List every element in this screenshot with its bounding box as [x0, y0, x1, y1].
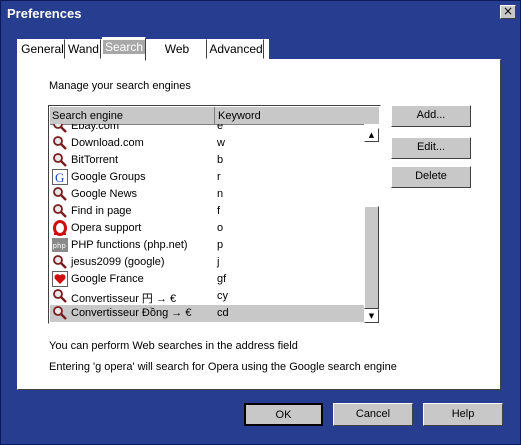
engine-keyword: o [217, 222, 224, 234]
tab-label: Advanced [209, 42, 263, 56]
heart-icon [52, 271, 68, 287]
list-item[interactable]: Convertisseur 円 → € cy [50, 288, 364, 305]
list-item[interactable]: php PHP functions (php.net) p [50, 237, 364, 254]
magnifier-icon [52, 254, 68, 270]
engine-name: Ebay.com [71, 124, 120, 132]
engine-name: Google News [71, 188, 138, 200]
magnifier-icon [52, 124, 68, 134]
tab-search[interactable]: Search [102, 37, 146, 61]
search-intro-text: Manage your search engines [49, 80, 191, 92]
info-text-address-field: You can perform Web searches in the addr… [49, 340, 298, 352]
tab-web-pages[interactable]: Web pages [147, 39, 207, 74]
list-item[interactable]: Google News n [50, 186, 364, 203]
list-item[interactable]: jesus2099 (google) j [50, 254, 364, 271]
engine-name: Convertisseur 円 → € [71, 293, 177, 305]
list-rows: Ebay.com e Download.com w BitTorrent b G… [50, 124, 364, 323]
scroll-down-arrow-icon[interactable]: ▼ [364, 309, 379, 323]
vertical-scrollbar[interactable]: ▲ ▼ [364, 124, 379, 323]
engine-name: Google France [71, 273, 144, 285]
engine-keyword: cd [217, 307, 229, 319]
cancel-button[interactable]: Cancel [333, 403, 413, 426]
engine-keyword: gf [217, 273, 227, 285]
tab-general[interactable]: General [20, 39, 65, 59]
search-engine-list[interactable]: Search engine Keyword Ebay.com e Downloa… [48, 105, 381, 324]
close-button[interactable]: × [500, 5, 516, 19]
magnifier-icon [52, 135, 68, 151]
edit-button[interactable]: Edit... [391, 137, 471, 159]
scroll-up-arrow-icon[interactable]: ▲ [364, 128, 379, 142]
engine-keyword: j [217, 256, 220, 268]
help-button[interactable]: Help [423, 403, 503, 426]
magnifier-icon [52, 203, 68, 219]
engine-keyword: f [217, 205, 221, 217]
engine-keyword: p [217, 239, 224, 251]
column-divider[interactable] [214, 107, 215, 124]
tab-label: Wand [68, 42, 99, 56]
engine-name: Convertisseur Đồng → € [71, 307, 192, 319]
engine-name: BitTorrent [71, 154, 119, 166]
info-text-example: Entering 'g opera' will search for Opera… [49, 361, 397, 373]
delete-button[interactable]: Delete [391, 166, 471, 188]
engine-keyword: r [217, 171, 221, 183]
engine-keyword: n [217, 188, 224, 200]
scrollbar-thumb[interactable] [364, 206, 379, 309]
tab-wand[interactable]: Wand [66, 39, 101, 59]
opera-icon [52, 220, 68, 236]
magnifier-icon [52, 152, 68, 168]
add-button[interactable]: Add... [391, 105, 471, 127]
engine-name: jesus2099 (google) [71, 256, 165, 268]
list-item[interactable]: BitTorrent b [50, 152, 364, 169]
tab-advanced[interactable]: Advanced [208, 39, 264, 59]
list-item[interactable]: Find in page f [50, 203, 364, 220]
list-header: Search engine Keyword [50, 107, 379, 125]
engine-name: Download.com [71, 137, 144, 149]
list-item[interactable]: Ebay.com e [50, 124, 364, 135]
magnifier-icon [52, 288, 68, 304]
engine-name: Find in page [71, 205, 132, 217]
engine-keyword: cy [217, 290, 228, 302]
svg-text:php: php [53, 242, 67, 250]
engine-keyword: e [217, 124, 224, 132]
engine-name: PHP functions (php.net) [71, 239, 188, 251]
tab-label: Search [103, 40, 146, 54]
title-bar[interactable]: Preferences × [1, 1, 520, 25]
list-item[interactable]: Download.com w [50, 135, 364, 152]
magnifier-icon [52, 186, 68, 202]
google-g-icon: G [52, 169, 68, 185]
column-header-engine[interactable]: Search engine [52, 110, 123, 122]
list-item[interactable]: Google France gf [50, 271, 364, 288]
tab-label: General [21, 42, 64, 56]
engine-keyword: w [217, 137, 225, 149]
list-item[interactable]: G Google Groups r [50, 169, 364, 186]
magnifier-icon [52, 305, 68, 321]
php-icon: php [52, 237, 68, 253]
window-title: Preferences [7, 6, 82, 21]
list-item-selected[interactable]: Convertisseur Đồng → € cd [50, 305, 364, 322]
engine-name: Google Groups [71, 171, 146, 183]
engine-name: Opera support [71, 222, 142, 234]
list-item[interactable]: Opera support o [50, 220, 364, 237]
column-header-keyword[interactable]: Keyword [218, 110, 261, 122]
engine-keyword: b [217, 154, 224, 166]
ok-button[interactable]: OK [244, 403, 323, 426]
svg-text:G: G [55, 170, 64, 185]
